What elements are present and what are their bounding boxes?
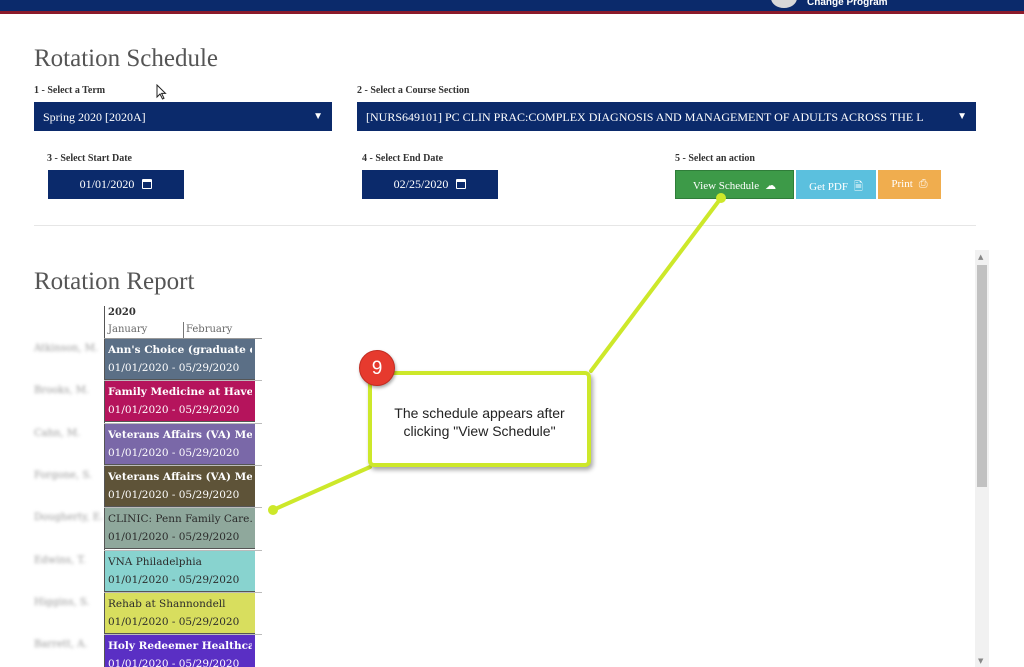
pointer-to-view-schedule bbox=[589, 196, 723, 373]
pointer-dot bbox=[268, 505, 278, 515]
annotation-callout: The schedule appears after clicking "Vie… bbox=[368, 371, 591, 467]
annotation-line-1: The schedule appears after bbox=[394, 405, 565, 421]
annotation-line-2: clicking "View Schedule" bbox=[403, 423, 556, 439]
pointer-dot bbox=[716, 193, 726, 203]
step-badge: 9 bbox=[359, 350, 395, 386]
mouse-cursor-icon bbox=[156, 84, 167, 100]
pointer-to-rotation-bar bbox=[271, 465, 372, 512]
callout-pointer-lines bbox=[268, 193, 726, 515]
